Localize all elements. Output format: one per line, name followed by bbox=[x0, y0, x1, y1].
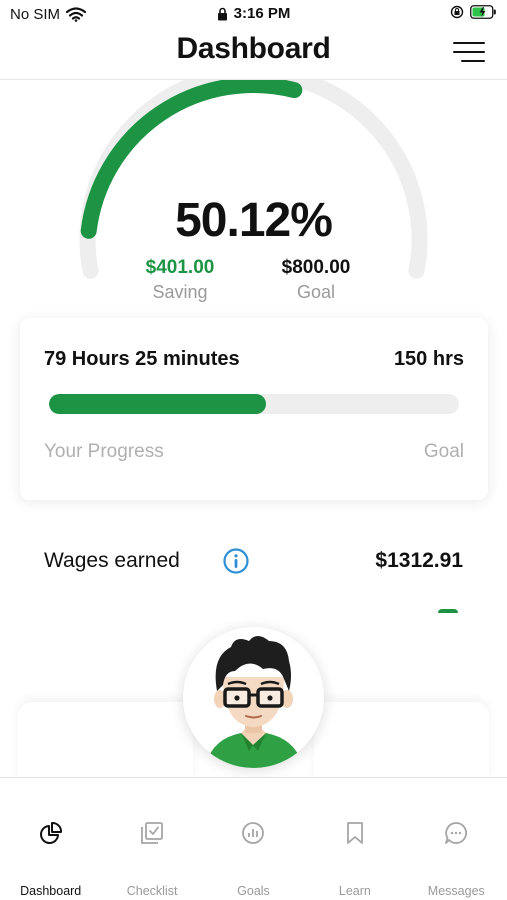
hours-goal: 150 hrs bbox=[393, 348, 464, 370]
battery-icon bbox=[470, 5, 496, 19]
bottom-panel-left bbox=[18, 702, 193, 782]
menu-line bbox=[461, 60, 485, 62]
savings-gauge: 50.12% $401.00 Saving $800.00 Goal bbox=[0, 80, 507, 310]
tab-messages[interactable]: Messages bbox=[406, 778, 507, 900]
goal-amount: $800.00 bbox=[281, 257, 351, 278]
tab-label: Messages bbox=[427, 884, 485, 898]
goal-caption: Goal bbox=[423, 441, 464, 462]
hours-progress-card: 79 Hours 25 minutes 150 hrs Your Progres… bbox=[20, 318, 488, 500]
avatar-illustration bbox=[205, 636, 303, 768]
hours-logged: 79 Hours 25 minutes bbox=[44, 348, 240, 370]
checklist-icon bbox=[141, 822, 163, 844]
bookmark-icon bbox=[346, 822, 363, 844]
tab-learn[interactable]: Learn bbox=[304, 778, 405, 900]
tab-checklist[interactable]: Checklist bbox=[101, 778, 202, 900]
wages-row: Wages earned $1312.91 bbox=[0, 540, 507, 584]
status-icons bbox=[450, 5, 497, 19]
tab-dashboard[interactable]: Dashboard bbox=[0, 778, 101, 900]
wages-label: Wages earned bbox=[44, 549, 180, 572]
tab-label: Dashboard bbox=[20, 884, 82, 898]
goals-chart-icon bbox=[242, 822, 265, 844]
orientation-lock-icon bbox=[450, 5, 464, 19]
clock: 3:16 PM bbox=[0, 5, 507, 22]
menu-line bbox=[453, 51, 485, 53]
saving-amount: $401.00 bbox=[145, 257, 215, 278]
list-peek-indicator bbox=[438, 609, 458, 613]
chat-bubble-icon bbox=[445, 822, 468, 844]
menu-line bbox=[453, 42, 485, 44]
hours-progress-bar bbox=[49, 394, 459, 414]
avatar[interactable] bbox=[183, 627, 324, 768]
hours-progress-fill bbox=[49, 394, 267, 414]
time-label: 3:16 PM bbox=[233, 5, 291, 22]
status-bar: No SIM 3:16 PM bbox=[0, 0, 507, 28]
tab-bar: Dashboard Checklist Goals Learn Messages bbox=[0, 777, 507, 900]
goal-label: Goal bbox=[296, 282, 336, 302]
wages-value: $1312.91 bbox=[375, 549, 463, 572]
page-title: Dashboard bbox=[176, 32, 331, 65]
saving-label: Saving bbox=[152, 282, 208, 302]
header: Dashboard bbox=[0, 28, 507, 80]
your-progress-label: Your Progress bbox=[44, 441, 164, 462]
lock-icon bbox=[217, 7, 227, 20]
menu-button[interactable] bbox=[451, 40, 485, 64]
savings-percent: 50.12% bbox=[175, 194, 333, 247]
info-icon[interactable] bbox=[222, 547, 250, 575]
bottom-panel-right bbox=[314, 702, 489, 782]
pie-chart-icon bbox=[39, 822, 62, 844]
tab-label: Learn bbox=[338, 884, 371, 898]
tab-label: Goals bbox=[237, 884, 270, 898]
tab-goals[interactable]: Goals bbox=[203, 778, 304, 900]
tab-label: Checklist bbox=[126, 884, 178, 898]
